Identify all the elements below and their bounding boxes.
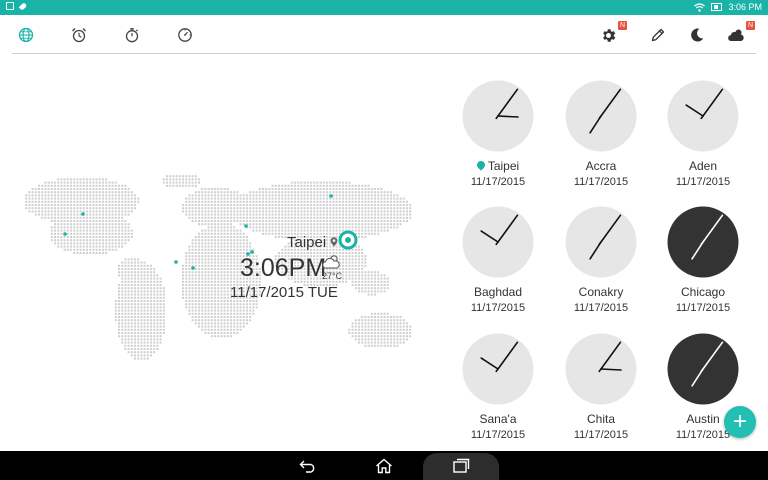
clock-card[interactable]: Baghdad 11/17/2015	[448, 206, 548, 326]
clock-card[interactable]: Taipei 11/17/2015	[448, 80, 548, 200]
clock-city-label: Chicago	[653, 285, 753, 299]
map-city-name: Taipei	[287, 234, 327, 251]
clock-card[interactable]: Sana'a 11/17/2015	[448, 333, 548, 453]
recent-apps-button[interactable]	[436, 451, 486, 480]
map-city-dot	[191, 266, 195, 270]
clock-city-label: Chita	[551, 412, 651, 426]
notification-icon	[6, 2, 14, 10]
clock-card[interactable]: Conakry 11/17/2015	[551, 206, 651, 326]
recent-apps-icon	[453, 458, 470, 473]
clock-date: 11/17/2015	[675, 176, 731, 188]
analog-clock-face	[565, 333, 637, 405]
tab-world-clock[interactable]	[15, 24, 37, 46]
clock-date: 11/17/2015	[675, 302, 731, 314]
clock-city-name: Chicago	[680, 285, 726, 299]
pencil-icon	[651, 28, 665, 42]
hour-hand	[600, 368, 622, 371]
tab-stopwatch[interactable]	[121, 24, 143, 46]
clock-card[interactable]: Accra 11/17/2015	[551, 80, 651, 200]
clock-date: 11/17/2015	[573, 176, 629, 188]
clock-city-label: Sana'a	[448, 412, 548, 426]
clock-city-label: Taipei	[448, 159, 548, 173]
clock-city-name: Conakry	[578, 285, 624, 299]
moon-icon	[691, 28, 704, 42]
analog-clock-face	[462, 206, 534, 278]
location-pin-icon	[330, 237, 338, 247]
map-city-dot	[329, 194, 333, 198]
weather-button[interactable]: N	[725, 21, 755, 46]
toolbar: N N	[0, 15, 768, 53]
clock-date: 11/17/2015	[470, 429, 526, 441]
current-location-marker	[338, 230, 358, 250]
alarm-icon	[72, 28, 86, 43]
clock-city-name: Aden	[688, 159, 718, 173]
navigation-bar	[0, 451, 768, 480]
map-city-dot	[174, 260, 178, 264]
add-city-button[interactable]: +	[724, 406, 756, 438]
analog-clock-face	[667, 333, 739, 405]
wifi-icon	[694, 2, 706, 12]
clock-date: 11/17/2015	[573, 429, 629, 441]
map-city-dot	[63, 232, 67, 236]
status-bar: 3:06 PM	[0, 0, 768, 15]
clock-city-name: Baghdad	[473, 285, 523, 299]
clock-date: 11/17/2015	[470, 176, 526, 188]
back-button[interactable]	[283, 451, 333, 480]
clock-city-label: Accra	[551, 159, 651, 173]
tab-alarm[interactable]	[68, 24, 90, 46]
analog-clock-face	[462, 80, 534, 152]
analog-clock-face	[462, 333, 534, 405]
clock-city-name: Chita	[586, 412, 615, 426]
weather-new-badge: N	[746, 21, 755, 30]
map-dots	[25, 175, 412, 360]
home-button[interactable]	[359, 451, 409, 480]
analog-clock-face	[565, 80, 637, 152]
current-location-pin-icon	[475, 159, 487, 171]
night-mode-button[interactable]	[686, 24, 708, 46]
local-temperature: 27°C	[322, 271, 343, 281]
map-city-dot	[244, 224, 248, 228]
analog-clock-face	[667, 80, 739, 152]
clock-city-name: Austin	[686, 412, 720, 426]
tab-timer[interactable]	[174, 24, 196, 46]
clock-date: 11/17/2015	[573, 302, 629, 314]
status-time: 3:06 PM	[728, 2, 762, 12]
weather-cloud-icon	[728, 29, 744, 41]
hour-hand	[497, 115, 519, 118]
globe-icon	[18, 27, 34, 43]
clock-city-label: Conakry	[551, 285, 651, 299]
clock-city-label: Aden	[653, 159, 753, 173]
clock-date: 11/17/2015	[470, 302, 526, 314]
location-notification-icon	[18, 2, 28, 11]
timer-icon	[178, 28, 192, 42]
clock-city-label: Baghdad	[448, 285, 548, 299]
clock-card[interactable]: Chicago 11/17/2015	[653, 206, 753, 326]
edit-button[interactable]	[647, 24, 669, 46]
clock-city-name: Taipei	[487, 159, 520, 173]
world-map	[25, 175, 412, 360]
settings-new-badge: N	[618, 21, 627, 30]
home-icon	[376, 458, 392, 473]
map-city-dot	[81, 212, 85, 216]
clock-card[interactable]: Chita 11/17/2015	[551, 333, 651, 453]
map-city-label: Taipei	[287, 234, 338, 251]
clock-city-name: Sana'a	[479, 412, 517, 426]
clock-card[interactable]: Aden 11/17/2015	[653, 80, 753, 200]
battery-icon	[711, 3, 723, 11]
local-date: 11/17/2015 TUE	[230, 284, 338, 301]
stopwatch-icon	[125, 28, 139, 43]
gear-icon	[602, 28, 615, 42]
local-time: 3:06PM	[240, 254, 327, 282]
toolbar-divider	[12, 53, 756, 54]
clock-city-name: Accra	[585, 159, 617, 173]
partly-cloudy-icon	[322, 255, 340, 269]
analog-clock-face	[667, 206, 739, 278]
analog-clock-face	[565, 206, 637, 278]
settings-button[interactable]: N	[597, 21, 627, 46]
back-arrow-icon	[299, 460, 315, 473]
